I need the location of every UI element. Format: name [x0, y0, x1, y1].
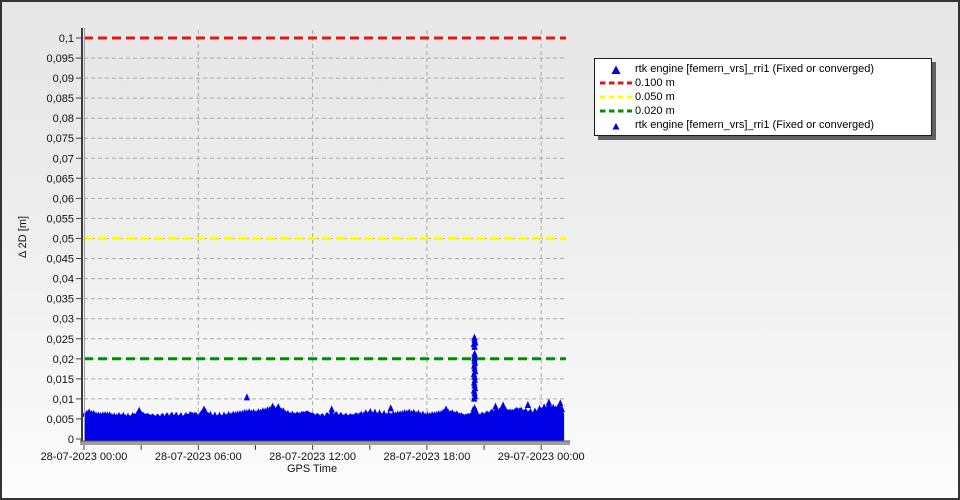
tick-marks [76, 37, 542, 450]
x-tick-label: 28-07-2023 18:00 [383, 451, 470, 463]
outlier-point [136, 406, 143, 414]
y-tick-label: 0,055 [46, 213, 74, 225]
y-tick-label: 0,06 [53, 193, 74, 205]
y-tick-label: 0,075 [46, 133, 74, 145]
outlier-points [136, 333, 564, 414]
legend-triangle-marker-icon [597, 120, 635, 131]
data-band [82, 402, 565, 441]
y-tick-label: 0,05 [53, 234, 74, 246]
outlier-point [499, 401, 507, 409]
legend-dash-line-icon [597, 94, 635, 100]
x-axis-label: GPS Time [286, 463, 338, 475]
legend: rtk engine [femern_vrs]_rri1 (Fixed or c… [594, 58, 932, 136]
y-tick-label: 0,005 [46, 414, 74, 426]
y-tick-label: 0,08 [53, 113, 74, 125]
y-tick-label: 0,01 [53, 394, 74, 406]
legend-dash-line-icon [597, 108, 635, 114]
y-tick-label: 0,065 [46, 173, 74, 185]
y-tick-label: 0 [68, 434, 74, 446]
legend-item-label: rtk engine [femern_vrs]_rri1 (Fixed or c… [635, 119, 875, 131]
y-axis-label: Δ 2D [m] [17, 215, 29, 259]
y-tick-label: 0,1 [59, 33, 74, 45]
outlier-point [269, 402, 276, 410]
outlier-point [492, 402, 499, 410]
legend-item-label: rtk engine [femern_vrs]_rri1 (Fixed or c… [635, 63, 875, 75]
x-tick-label: 28-07-2023 00:00 [41, 451, 128, 463]
outlier-point [524, 401, 532, 408]
outlier-point [545, 398, 553, 406]
legend-item[interactable]: rtk engine [femern_vrs]_rri1 (Fixed or c… [597, 118, 925, 132]
y-tick-label: 0,045 [46, 254, 74, 266]
legend-triangle-marker-icon [597, 64, 635, 75]
outlier-point [557, 399, 564, 407]
axes [80, 28, 570, 445]
legend-item-label: 0.050 m [635, 91, 675, 103]
outlier-point [243, 393, 251, 401]
x-tick-label: 28-07-2023 06:00 [155, 451, 242, 463]
outlier-point [200, 405, 208, 413]
y-tick-label: 0,07 [53, 153, 74, 165]
y-tick-label: 0,095 [46, 53, 74, 65]
x-tick-label: 29-07-2023 00:00 [498, 451, 585, 463]
y-tick-label: 0,04 [53, 274, 74, 286]
outlier-point [328, 405, 335, 413]
legend-item[interactable]: 0.020 m [597, 104, 925, 118]
y-tick-label: 0,09 [53, 73, 74, 85]
legend-dash-line-icon [597, 80, 635, 86]
outlier-point [275, 403, 282, 410]
outlier-point [471, 333, 478, 341]
x-tick-label: 28-07-2023 12:00 [269, 451, 356, 463]
y-tick-label: 0,035 [46, 294, 74, 306]
y-tick-label: 0,015 [46, 374, 74, 386]
legend-item[interactable]: 0.050 m [597, 90, 925, 104]
gridlines [84, 30, 566, 440]
chart-window: 0,1 0,095 0,09 0,085 0,08 0,075 0,07 0,065 0,06 0… [0, 0, 960, 500]
y-tick-label: 0,02 [53, 354, 74, 366]
legend-item[interactable]: 0.100 m [597, 76, 925, 90]
legend-item-label: 0.020 m [635, 105, 675, 117]
band-fill [84, 404, 565, 441]
outlier-point [387, 404, 394, 412]
y-tick-label: 0,025 [46, 334, 74, 346]
y-tick-label: 0,03 [53, 314, 74, 326]
outlier-point [471, 349, 478, 357]
legend-item[interactable]: rtk engine [femern_vrs]_rri1 (Fixed or c… [597, 62, 925, 76]
y-tick-label: 0,085 [46, 93, 74, 105]
legend-item-label: 0.100 m [635, 77, 675, 89]
